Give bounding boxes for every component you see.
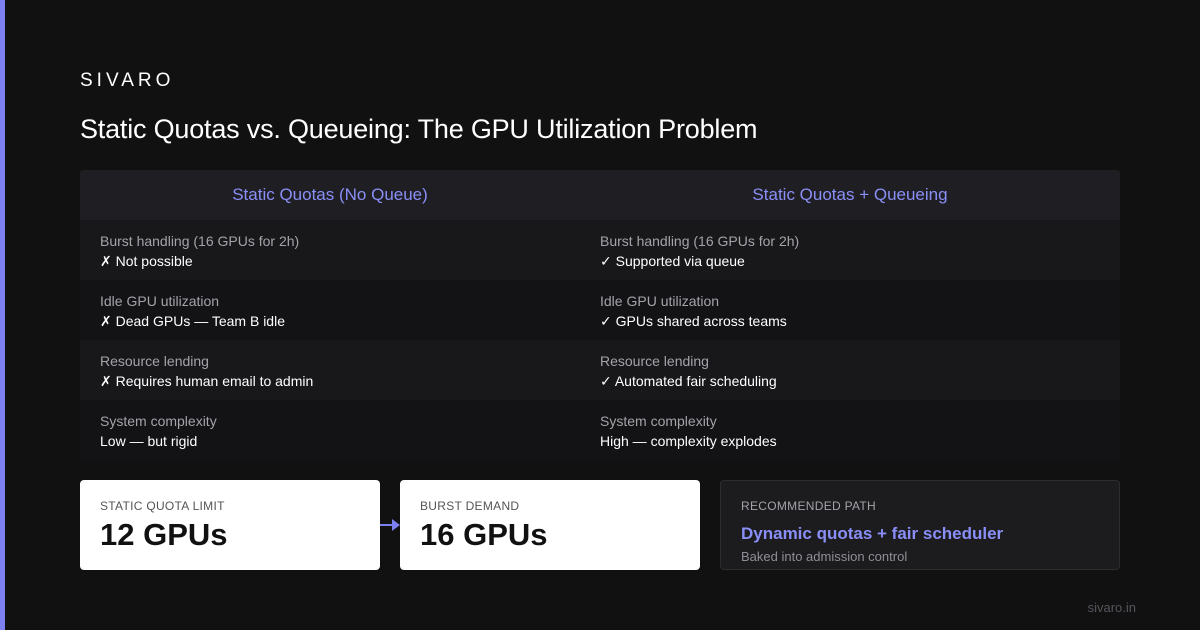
row-label: System complexity (100, 413, 217, 429)
row-label: Resource lending (600, 353, 709, 369)
table-header: Static Quotas (No Queue) Static Quotas +… (80, 170, 1120, 220)
table-cell: System complexity High — complexity expl… (580, 400, 1120, 460)
recommended-subtitle: Baked into admission control (741, 549, 908, 564)
row-value: Low — but rigid (100, 433, 198, 449)
row-value: ✗ Dead GPUs — Team B idle (100, 313, 285, 329)
card-value: 16 GPUs (420, 517, 548, 552)
row-value: ✓ Supported via queue (600, 253, 745, 269)
table-row: System complexity Low — but rigid System… (80, 400, 1120, 460)
row-value: ✗ Requires human email to admin (100, 373, 314, 389)
accent-bar (0, 0, 5, 630)
row-value: ✗ Not possible (100, 253, 193, 269)
table-cell: Idle GPU utilization ✓ GPUs shared acros… (580, 280, 1120, 340)
static-quota-card: STATIC QUOTA LIMIT 12 GPUs (80, 480, 380, 570)
row-label: System complexity (600, 413, 717, 429)
card-value: 12 GPUs (100, 517, 228, 552)
table-row: Idle GPU utilization ✗ Dead GPUs — Team … (80, 280, 1120, 340)
row-value: ✓ GPUs shared across teams (600, 313, 787, 329)
row-label: Idle GPU utilization (600, 293, 720, 309)
card-label: STATIC QUOTA LIMIT (100, 499, 225, 513)
column-header-queueing: Static Quotas + Queueing (580, 170, 1120, 220)
table-row: Resource lending ✗ Requires human email … (80, 340, 1120, 400)
recommended-path-card: RECOMMENDED PATH Dynamic quotas + fair s… (720, 480, 1120, 570)
table-cell: Burst handling (16 GPUs for 2h) ✗ Not po… (80, 220, 580, 280)
card-label: BURST DEMAND (420, 499, 520, 513)
brand-logo: SIVARO (80, 70, 175, 91)
table-cell: System complexity Low — but rigid (80, 400, 580, 460)
row-label: Resource lending (100, 353, 209, 369)
table-cell: Idle GPU utilization ✗ Dead GPUs — Team … (80, 280, 580, 340)
table-cell: Burst handling (16 GPUs for 2h) ✓ Suppor… (580, 220, 1120, 280)
comparison-table: Static Quotas (No Queue) Static Quotas +… (80, 170, 1120, 460)
burst-demand-card: BURST DEMAND 16 GPUs (400, 480, 700, 570)
column-header-static: Static Quotas (No Queue) (80, 170, 580, 220)
recommended-title: Dynamic quotas + fair scheduler (741, 524, 1004, 543)
card-label: RECOMMENDED PATH (741, 499, 877, 513)
table-cell: Resource lending ✗ Requires human email … (80, 340, 580, 400)
row-label: Burst handling (16 GPUs for 2h) (600, 233, 800, 249)
footer-url: sivaro.in (1087, 600, 1136, 615)
table-cell: Resource lending ✓ Automated fair schedu… (580, 340, 1120, 400)
row-value: High — complexity explodes (600, 433, 777, 449)
row-value: ✓ Automated fair scheduling (600, 373, 777, 389)
row-label: Idle GPU utilization (100, 293, 220, 309)
table-row: Burst handling (16 GPUs for 2h) ✗ Not po… (80, 220, 1120, 280)
page-title: Static Quotas vs. Queueing: The GPU Util… (80, 114, 758, 144)
arrow-right-icon (380, 519, 400, 531)
row-label: Burst handling (16 GPUs for 2h) (100, 233, 300, 249)
